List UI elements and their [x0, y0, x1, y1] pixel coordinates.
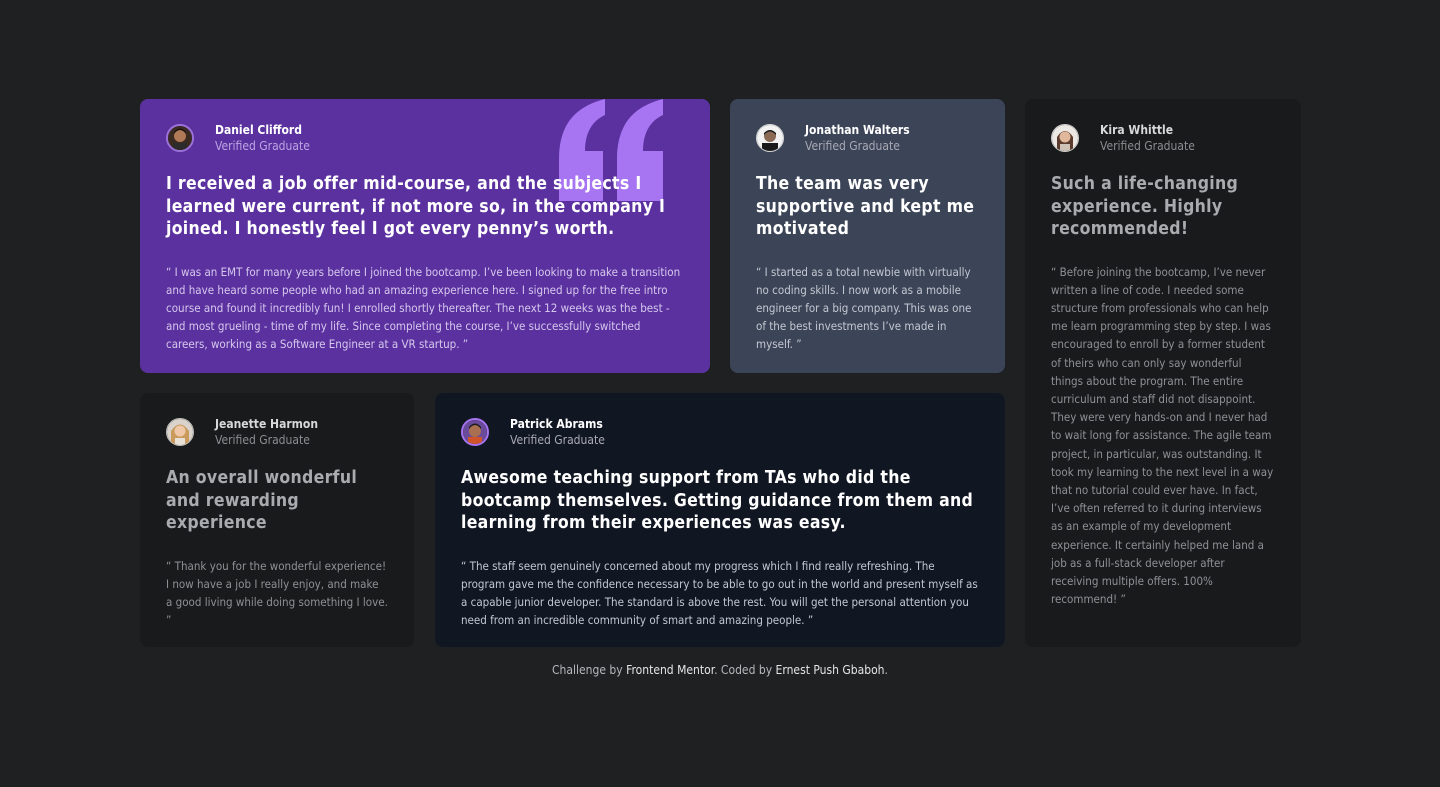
avatar-kira-icon [1051, 124, 1079, 152]
footer-middle: . Coded by [714, 663, 773, 677]
author-role: Verified Graduate [215, 433, 310, 447]
author-info: Kira Whittle Verified Graduate [1051, 123, 1275, 153]
attribution-footer: Challenge by Frontend Mentor. Coded by E… [0, 663, 1440, 677]
author-name: Kira Whittle [1100, 123, 1174, 137]
testimonial-card-jonathan: Jonathan Walters Verified Graduate The t… [730, 99, 1005, 373]
author-info: Jonathan Walters Verified Graduate [756, 123, 979, 153]
author-role: Verified Graduate [510, 433, 605, 447]
author-info: Patrick Abrams Verified Graduate [461, 417, 979, 447]
testimonial-headline: An overall wonderful and rewarding exper… [166, 468, 358, 533]
author-info: Jeanette Harmon Verified Graduate [166, 417, 388, 447]
footer-prefix: Challenge by [552, 663, 623, 677]
author-name: Patrick Abrams [510, 417, 603, 431]
testimonial-body: “ The staff seem genuinely concerned abo… [461, 558, 978, 628]
avatar-jeanette-icon [166, 418, 194, 446]
author-name: Jonathan Walters [805, 123, 910, 137]
testimonial-headline: Such a life-changing experience. Highly … [1051, 174, 1239, 239]
testimonial-headline: The team was very supportive and kept me… [756, 174, 975, 239]
footer-suffix: . [884, 663, 888, 677]
testimonials-grid: Daniel Clifford Verified Graduate I rece… [140, 99, 1301, 647]
frontend-mentor-link[interactable]: Frontend Mentor [626, 663, 714, 677]
author-link[interactable]: Ernest Push Gbaboh [776, 663, 885, 677]
author-name: Jeanette Harmon [215, 417, 319, 431]
author-name: Daniel Clifford [215, 123, 302, 137]
testimonial-card-patrick: Patrick Abrams Verified Graduate Awesome… [435, 393, 1005, 647]
testimonial-body: “ Before joining the bootcamp, I’ve neve… [1051, 264, 1274, 607]
author-role: Verified Graduate [1100, 139, 1195, 153]
testimonial-card-daniel: Daniel Clifford Verified Graduate I rece… [140, 99, 710, 373]
avatar-daniel-icon [166, 124, 194, 152]
testimonial-card-kira: Kira Whittle Verified Graduate Such a li… [1025, 99, 1301, 647]
author-role: Verified Graduate [805, 139, 900, 153]
avatar-patrick-icon [461, 418, 489, 446]
testimonial-headline: I received a job offer mid-course, and t… [166, 174, 666, 239]
testimonial-headline: Awesome teaching support from TAs who di… [461, 468, 974, 533]
testimonial-body: “ I was an EMT for many years before I j… [166, 264, 681, 352]
author-info: Daniel Clifford Verified Graduate [166, 123, 684, 153]
avatar-jonathan-icon [756, 124, 784, 152]
testimonial-body: “ Thank you for the wonderful experience… [166, 558, 388, 628]
author-role: Verified Graduate [215, 139, 310, 153]
testimonial-body: “ I started as a total newbie with virtu… [756, 264, 972, 352]
testimonial-card-jeanette: Jeanette Harmon Verified Graduate An ove… [140, 393, 414, 647]
